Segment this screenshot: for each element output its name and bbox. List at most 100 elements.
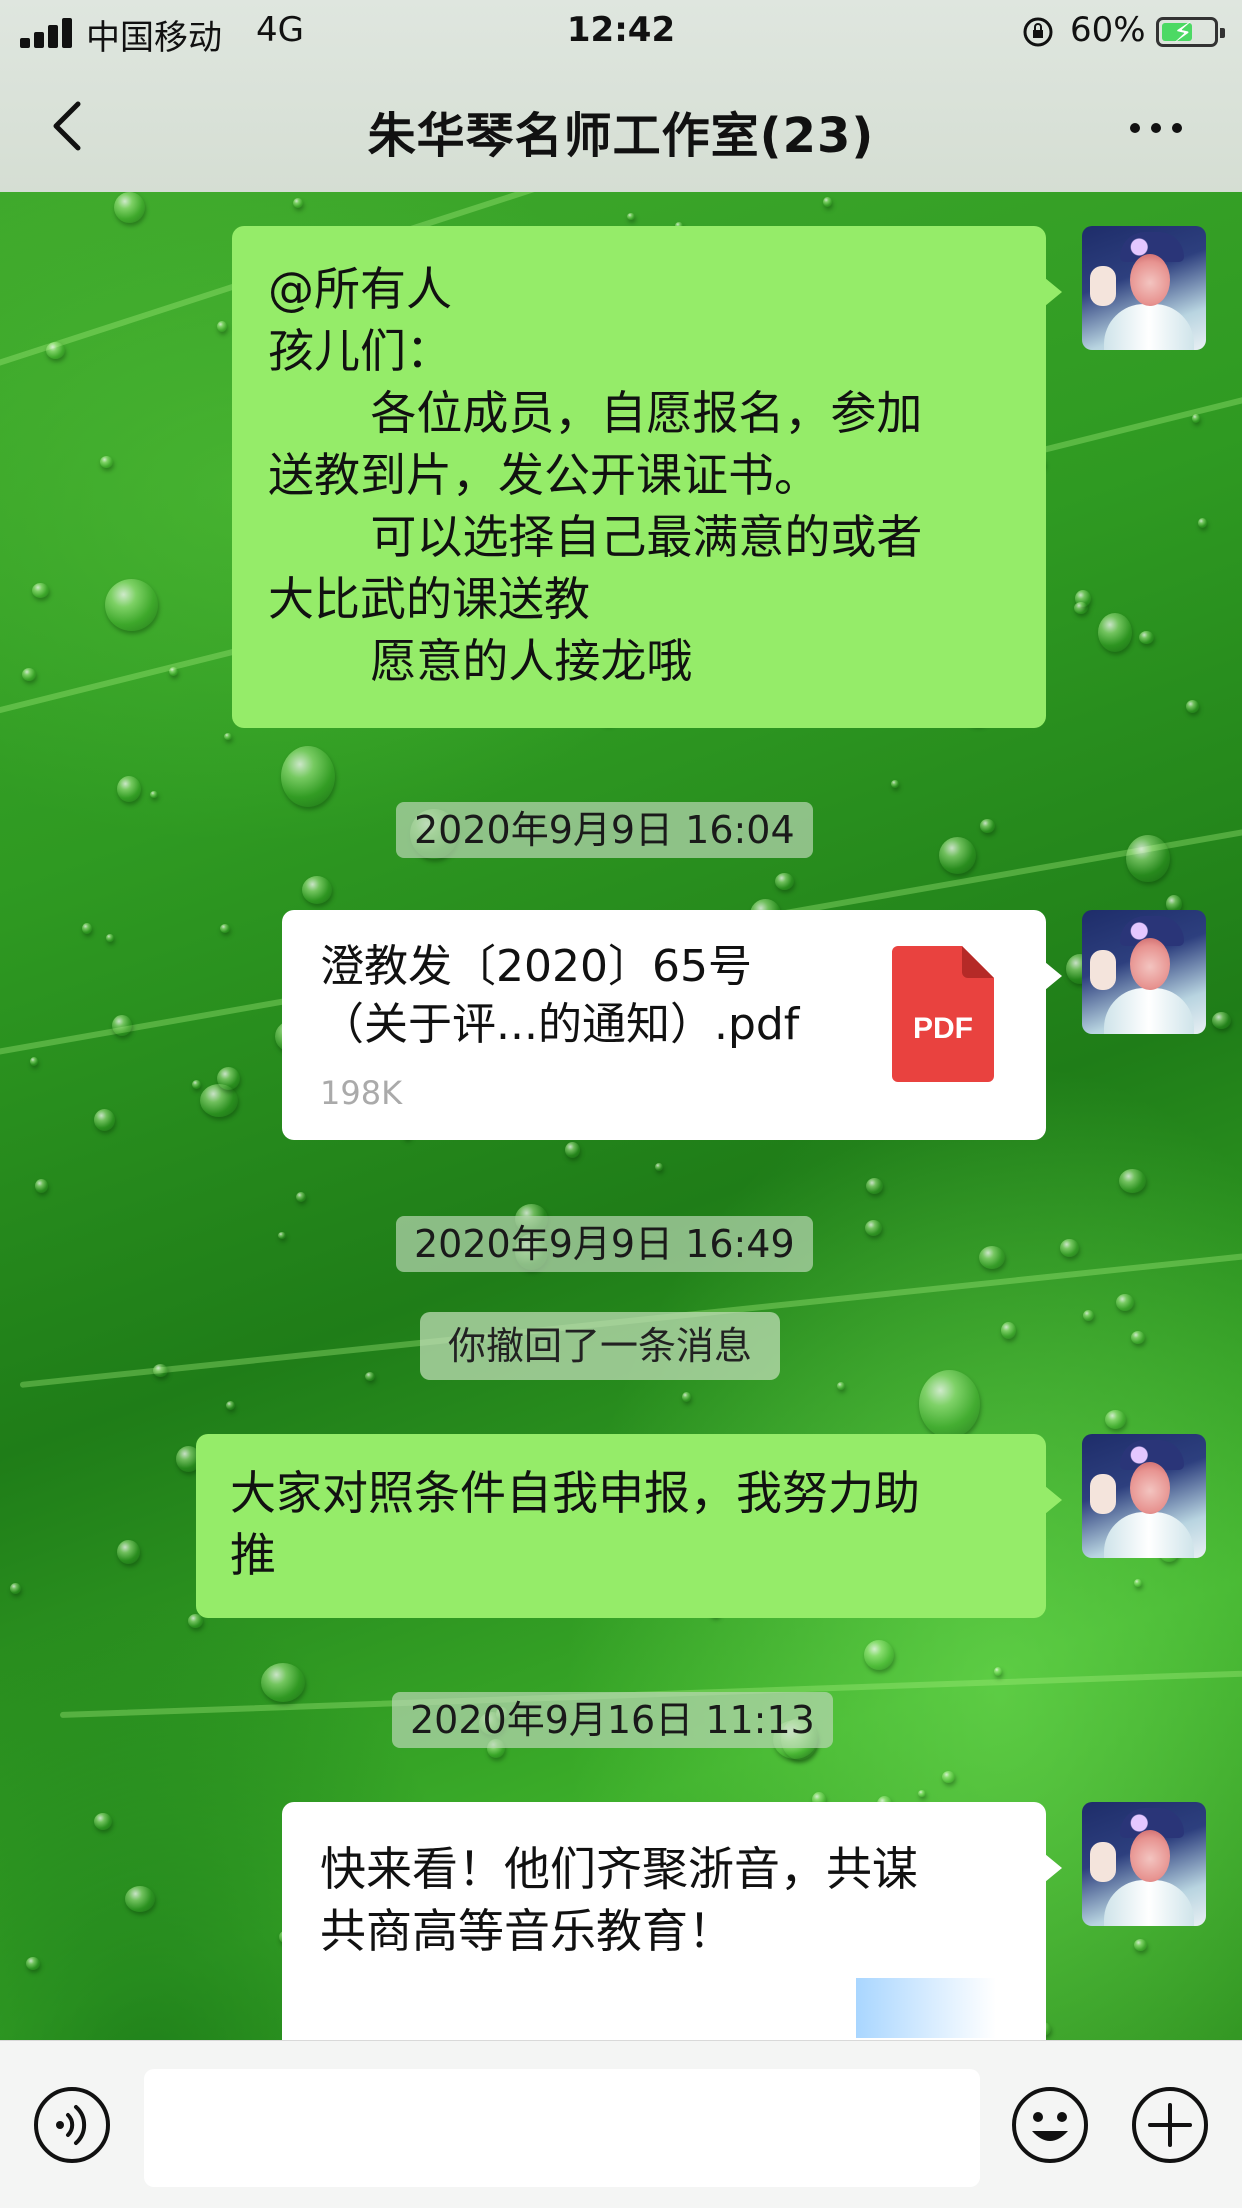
water-drop [919,1370,980,1438]
water-drop [22,668,36,681]
water-drop [46,342,65,359]
water-drop [278,1232,286,1239]
message-line: 各位成员，自愿报名，参加 [268,386,923,440]
message-line: 大家对照条件自我申报，我努力助 [230,1466,920,1520]
water-drop [112,1015,132,1036]
water-drop [32,583,49,598]
water-drop [94,1109,115,1131]
water-drop [106,934,114,942]
pdf-label: PDF [913,1012,973,1045]
link-title-line: 共商高等音乐教育！ [320,1904,734,1958]
water-drop [26,1957,40,1970]
water-drop [217,1067,240,1090]
water-drop [980,819,995,833]
water-drop [1131,1331,1145,1344]
water-drop [217,321,227,332]
battery-percent: 60% [1070,10,1146,50]
water-drop [35,1179,48,1193]
message-timestamp: 2020年9月16日 11:13 [392,1692,833,1748]
water-drop [117,1540,140,1564]
water-drop [100,456,113,468]
message-line: 可以选择自己最满意的或者 [268,510,923,564]
text-message-bubble[interactable]: 大家对照条件自我申报，我努力助 推 [196,1434,1062,1618]
message-line: 送教到片，发公开课证书。 [268,448,820,502]
water-drop [864,1640,894,1670]
water-drop [1134,1939,1147,1951]
message-line: 愿意的人接龙哦 [268,634,693,688]
water-drop [1212,1012,1231,1029]
emoji-button[interactable] [1010,2085,1090,2165]
water-drop [296,1192,306,1202]
water-drop [627,213,635,220]
water-drop [1139,631,1154,644]
water-drop [10,1583,21,1594]
water-drop [293,198,303,208]
water-drop [220,924,230,933]
ellipsis-icon [1130,123,1140,133]
water-drop [153,1364,168,1377]
sender-avatar[interactable] [1082,1802,1206,1926]
water-drop [891,780,899,788]
file-name: 澄教发〔2020〕65号 （关于评...的通知）.pdf [320,938,860,1054]
file-name-line: （关于评...的通知）.pdf [320,999,800,1050]
water-drop [865,1220,882,1236]
message-line: @所有人 [268,262,452,316]
water-drop [150,791,158,798]
water-drop [866,1178,883,1194]
water-drop [1198,518,1207,528]
sender-avatar[interactable] [1082,910,1206,1034]
message-timestamp: 2020年9月9日 16:04 [396,802,813,858]
file-size: 198K [320,1074,403,1112]
water-drop [942,1771,955,1783]
sender-avatar[interactable] [1082,1434,1206,1558]
water-drop [365,1372,375,1381]
link-thumbnail [856,1978,996,2038]
water-drop [1126,835,1170,882]
sender-avatar[interactable] [1082,226,1206,350]
voice-button[interactable] [32,2085,112,2165]
water-drop [1001,1322,1016,1339]
water-drop [1186,700,1199,713]
water-drop [1116,1294,1134,1311]
more-options-button[interactable] [1126,112,1186,142]
file-message-card[interactable]: 澄教发〔2020〕65号 （关于评...的通知）.pdf 198K PDF [282,910,1062,1140]
water-drop [565,1142,580,1158]
top-bar: 中国移动 4G 12:42 60% ⚡ 朱华琴名师工作室(23) [0,0,1242,192]
water-drop [918,1790,926,1797]
water-drop [169,667,178,676]
orientation-lock-icon [1023,17,1053,47]
message-line: 孩儿们： [268,324,452,378]
message-line: 推 [230,1528,276,1582]
water-drop [775,873,794,890]
water-drop [1083,1310,1094,1321]
message-input[interactable] [144,2069,980,2187]
water-drop [1134,1579,1142,1587]
water-drop [224,733,232,740]
water-drop [226,1401,235,1410]
water-drop [682,1392,691,1402]
file-name-line: 澄教发〔2020〕65号 [320,941,752,992]
input-bar [0,2040,1242,2208]
water-drop [979,1246,1005,1269]
water-drop [125,1886,155,1912]
water-drop [30,1057,38,1066]
water-drop [994,1667,1002,1676]
status-time: 12:42 [566,10,676,50]
battery-icon: ⚡ [1156,16,1225,49]
text-message-bubble[interactable]: @所有人 孩儿们： 各位成员，自愿报名，参加 送教到片，发公开课证书。 可以选择… [232,226,1062,728]
water-drop [82,923,92,934]
water-drop [302,876,332,904]
water-drop [1119,1169,1146,1193]
water-drop [655,1163,663,1171]
water-drop [939,837,976,874]
status-bar: 中国移动 4G 12:42 60% ⚡ [0,0,1242,62]
water-drop [1098,613,1132,652]
water-drop [94,1813,112,1830]
plus-button[interactable] [1130,2085,1210,2165]
water-drop [281,746,335,807]
message-line: 大比武的课送教 [268,572,590,626]
pdf-file-icon: PDF [892,946,994,1082]
water-drop [1060,1239,1079,1257]
recalled-message-notice: 你撤回了一条消息 [420,1312,781,1380]
chat-header: 朱华琴名师工作室(23) [0,62,1242,192]
